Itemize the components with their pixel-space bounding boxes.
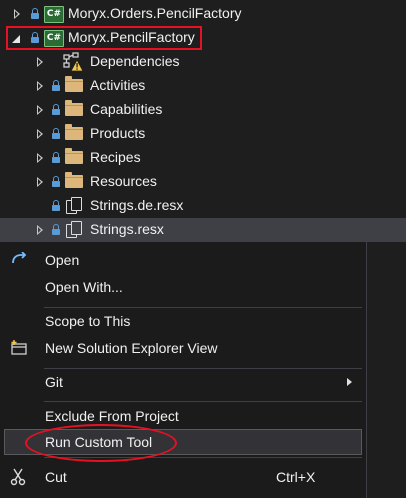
lock-icon (52, 176, 60, 188)
tree-item-label: Strings.resx (90, 221, 164, 237)
annotation-circle (25, 424, 177, 462)
folder-icon (65, 100, 83, 116)
annotation-highlight-box (6, 26, 202, 50)
tree-item-orders-project[interactable]: C# Moryx.Orders.PencilFactory (0, 2, 406, 26)
lock-icon (52, 200, 60, 212)
expand-arrow-icon[interactable] (37, 225, 43, 235)
new-view-icon (11, 340, 27, 355)
tree-item-activities-folder[interactable]: Activities (0, 74, 406, 98)
tree-item-label: Products (90, 125, 146, 141)
shortcut-label: Ctrl+X (276, 469, 316, 485)
expand-arrow-icon[interactable] (14, 9, 20, 19)
menu-item-scope-to-this[interactable]: Scope to This (0, 308, 366, 334)
expand-arrow-icon[interactable] (37, 105, 43, 115)
lock-icon (52, 152, 60, 164)
expand-arrow-icon[interactable] (37, 177, 43, 187)
tree-item-label: Dependencies (90, 53, 180, 69)
tree-item-products-folder[interactable]: Products (0, 122, 406, 146)
tree-item-label: Recipes (90, 149, 141, 165)
menu-item-git[interactable]: Git (0, 369, 366, 395)
expand-arrow-icon[interactable] (37, 57, 43, 67)
menu-item-label: Open (45, 252, 80, 268)
tree-item-resources-folder[interactable]: Resources (0, 170, 406, 194)
expand-arrow-icon[interactable] (37, 129, 43, 139)
menu-item-label: Open With... (45, 279, 123, 295)
scissors-icon (10, 468, 26, 486)
solution-explorer-tree: C# Moryx.Orders.PencilFactory C# Moryx.P… (0, 0, 406, 242)
folder-icon (65, 172, 83, 188)
csharp-project-icon: C# (44, 6, 64, 23)
tree-item-label: Activities (90, 77, 146, 93)
tree-item-dependencies[interactable]: Dependencies (0, 50, 406, 74)
tree-item-label: Resources (90, 173, 157, 189)
tree-item-strings-de-resx[interactable]: Strings.de.resx (0, 194, 406, 218)
folder-icon (65, 148, 83, 164)
menu-separator (44, 401, 362, 402)
menu-item-label: Scope to This (45, 313, 131, 329)
menu-item-open[interactable]: Open (0, 247, 366, 273)
tree-item-label: Strings.de.resx (90, 197, 184, 213)
tree-item-label: Capabilities (90, 101, 163, 117)
lock-icon (52, 80, 60, 92)
menu-item-open-with[interactable]: Open With... (0, 274, 366, 300)
resource-file-icon (66, 221, 82, 239)
lock-icon (52, 224, 60, 236)
menu-item-label: Git (45, 374, 63, 390)
expand-arrow-icon[interactable] (37, 81, 43, 91)
tree-item-label: Moryx.Orders.PencilFactory (68, 5, 242, 21)
lock-icon (52, 128, 60, 140)
menu-item-cut[interactable]: Cut Ctrl+X (0, 464, 366, 490)
menu-item-label: New Solution Explorer View (45, 340, 218, 356)
open-arrow-icon (12, 252, 27, 264)
submenu-arrow-icon (347, 378, 352, 386)
menu-item-new-solution-explorer-view[interactable]: New Solution Explorer View (0, 335, 366, 361)
tree-item-capabilities-folder[interactable]: Capabilities (0, 98, 406, 122)
folder-icon (65, 76, 83, 92)
expand-arrow-icon[interactable] (37, 153, 43, 163)
menu-item-exclude-from-project[interactable]: Exclude From Project (0, 403, 366, 429)
tree-item-strings-resx[interactable]: Strings.resx (0, 218, 406, 242)
dependencies-warning-icon (63, 52, 84, 72)
context-menu: Open Open With... Scope to This New Solu… (0, 241, 367, 498)
menu-item-label: Exclude From Project (45, 408, 179, 424)
menu-item-label: Cut (45, 469, 67, 485)
resource-file-icon (66, 197, 82, 215)
tree-item-recipes-folder[interactable]: Recipes (0, 146, 406, 170)
lock-icon (31, 8, 39, 20)
lock-icon (52, 104, 60, 116)
folder-icon (65, 124, 83, 140)
